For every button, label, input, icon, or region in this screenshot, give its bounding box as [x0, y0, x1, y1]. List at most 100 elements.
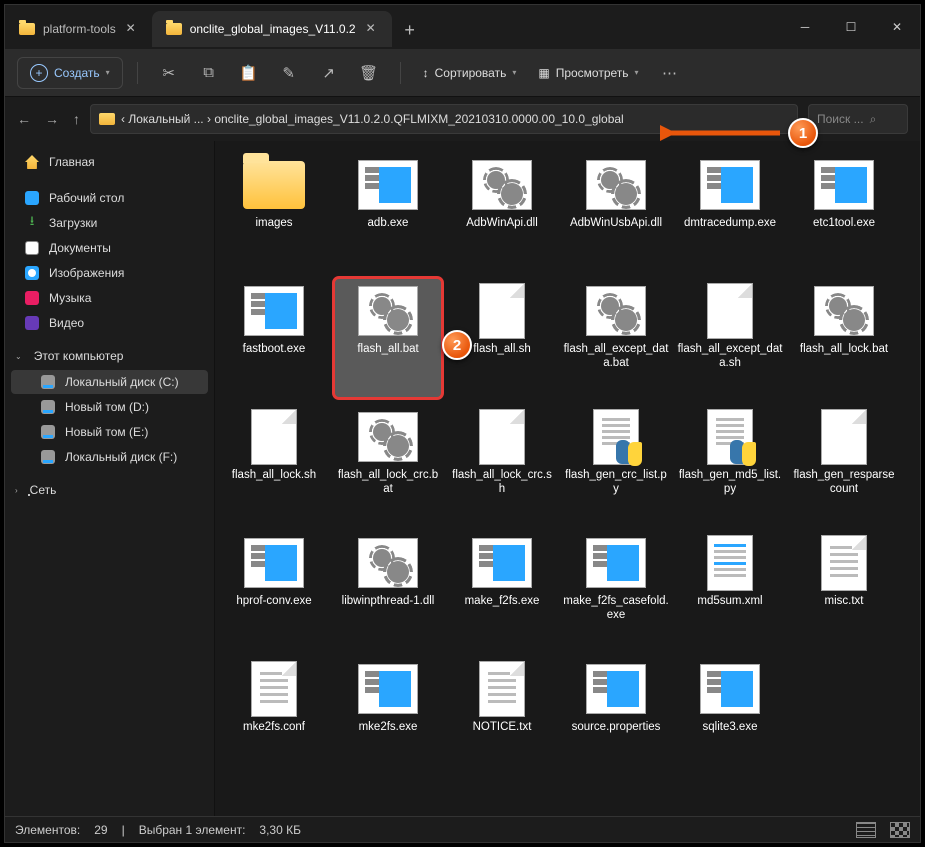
view-button[interactable]: ▦ Просмотреть ▾	[530, 66, 646, 80]
sort-button[interactable]: ↕ Сортировать ▾	[415, 66, 525, 80]
file-label: flash_all.bat	[357, 343, 418, 357]
create-button[interactable]: + Создать ▾	[17, 57, 123, 89]
breadcrumb-part[interactable]: onclite_global_images_V11.0.2.0.QFLMIXM_…	[214, 112, 623, 126]
sidebar-item-drive-d[interactable]: Новый том (D:)	[11, 395, 208, 419]
file-item[interactable]: AdbWinApi.dll	[447, 151, 557, 273]
sidebar-item-documents[interactable]: Документы	[11, 236, 208, 260]
sidebar-item-desktop[interactable]: Рабочий стол	[11, 186, 208, 210]
file-item[interactable]: flash_all_lock_crc.bat	[333, 403, 443, 525]
file-item[interactable]: make_f2fs.exe	[447, 529, 557, 651]
sidebar-item-drive-f[interactable]: Локальный диск (F:)	[11, 445, 208, 469]
file-item[interactable]: fastboot.exe	[219, 277, 329, 399]
file-item[interactable]: flash_gen_resparsecount	[789, 403, 899, 525]
sidebar-item-video[interactable]: Видео	[11, 311, 208, 335]
file-item[interactable]: mke2fs.exe	[333, 655, 443, 777]
disk-icon	[41, 450, 55, 464]
file-grid[interactable]: images adb.exe AdbWinApi.dll AdbWinUsbApi.d…	[215, 141, 920, 816]
file-item[interactable]: flash_all_except_data.bat	[561, 277, 671, 399]
file-item[interactable]: AdbWinUsbApi.dll	[561, 151, 671, 273]
sidebar-item-downloads[interactable]: ⭳Загрузки	[11, 211, 208, 235]
file-item[interactable]: mke2fs.conf	[219, 655, 329, 777]
file-item[interactable]: libwinpthread-1.dll	[333, 529, 443, 651]
file-icon	[353, 157, 423, 213]
file-item[interactable]: md5sum.xml	[675, 529, 785, 651]
file-icon	[353, 283, 423, 339]
file-item[interactable]: flash_all_lock.bat	[789, 277, 899, 399]
selection-label: Выбран 1 элемент:	[139, 823, 246, 837]
file-icon	[695, 661, 765, 717]
file-label: AdbWinUsbApi.dll	[570, 217, 662, 231]
file-item[interactable]: sqlite3.exe	[675, 655, 785, 777]
tab-onclite[interactable]: onclite_global_images_V11.0.2 ✕	[152, 11, 392, 47]
file-item[interactable]: NOTICE.txt	[447, 655, 557, 777]
forward-button[interactable]: →	[45, 111, 59, 127]
item-count: 29	[94, 823, 107, 837]
disk-icon	[41, 375, 55, 389]
sidebar-item-music[interactable]: Музыка	[11, 286, 208, 310]
file-icon	[467, 157, 537, 213]
toolbar: + Создать ▾ ✂ ⧉ 📋 ✎ ↗ 🗑 ↕ Сортировать ▾ …	[5, 49, 920, 97]
breadcrumb-part[interactable]: Локальный ...	[128, 112, 203, 126]
sidebar-group-network[interactable]: › Сеть	[5, 477, 214, 503]
sidebar-item-home[interactable]: Главная	[11, 150, 208, 174]
file-icon	[695, 157, 765, 213]
file-item[interactable]: flash_gen_md5_list.py	[675, 403, 785, 525]
share-button[interactable]: ↗	[312, 57, 346, 89]
back-button[interactable]: ←	[17, 111, 31, 127]
file-icon	[239, 535, 309, 591]
file-item[interactable]: adb.exe	[333, 151, 443, 273]
file-label: make_f2fs.exe	[465, 595, 540, 609]
copy-button[interactable]: ⧉	[192, 57, 226, 89]
sidebar-item-drive-e[interactable]: Новый том (E:)	[11, 420, 208, 444]
disk-icon	[41, 425, 55, 439]
file-icon	[467, 661, 537, 717]
file-label: flash_all_lock.sh	[232, 469, 316, 483]
file-item[interactable]: flash_all_lock_crc.sh	[447, 403, 557, 525]
file-item[interactable]: make_f2fs_casefold.exe	[561, 529, 671, 651]
file-item[interactable]: etc1tool.exe	[789, 151, 899, 273]
file-item[interactable]: flash_all_except_data.sh	[675, 277, 785, 399]
minimize-button[interactable]: ─	[782, 5, 828, 49]
new-tab-button[interactable]: +	[392, 11, 428, 49]
sidebar-item-label: Документы	[49, 241, 111, 255]
cut-button[interactable]: ✂	[152, 57, 186, 89]
file-item[interactable]: flash_all_lock.sh	[219, 403, 329, 525]
file-label: source.properties	[572, 721, 661, 735]
close-button[interactable]: ✕	[874, 5, 920, 49]
grid-view-button[interactable]	[890, 822, 910, 838]
file-item[interactable]: hprof-conv.exe	[219, 529, 329, 651]
sidebar-item-drive-c[interactable]: Локальный диск (C:)	[11, 370, 208, 394]
file-label: adb.exe	[368, 217, 409, 231]
file-item[interactable]: source.properties	[561, 655, 671, 777]
window-controls: ─ ☐ ✕	[782, 5, 920, 49]
details-view-button[interactable]	[856, 822, 876, 838]
sidebar-item-label: Изображения	[49, 266, 124, 280]
file-item[interactable]: images	[219, 151, 329, 273]
up-button[interactable]: ↑	[73, 111, 80, 127]
close-icon[interactable]: ✕	[364, 22, 378, 36]
more-button[interactable]: ⋯	[653, 57, 687, 89]
chevron-down-icon: ▾	[635, 68, 639, 77]
file-item[interactable]: misc.txt	[789, 529, 899, 651]
file-label: mke2fs.exe	[359, 721, 418, 735]
close-icon[interactable]: ✕	[124, 22, 138, 36]
file-label: etc1tool.exe	[813, 217, 875, 231]
delete-button[interactable]: 🗑	[352, 57, 386, 89]
chevron-right-icon: ›	[15, 486, 18, 495]
rename-button[interactable]: ✎	[272, 57, 306, 89]
sort-label: Сортировать	[435, 66, 507, 80]
paste-button[interactable]: 📋	[232, 57, 266, 89]
file-item[interactable]: dmtracedump.exe	[675, 151, 785, 273]
tab-platform-tools[interactable]: platform-tools ✕	[5, 11, 152, 47]
sidebar-item-label: Музыка	[49, 291, 91, 305]
file-item[interactable]: flash_gen_crc_list.py	[561, 403, 671, 525]
sidebar-item-pictures[interactable]: Изображения	[11, 261, 208, 285]
view-label: Просмотреть	[556, 66, 629, 80]
maximize-button[interactable]: ☐	[828, 5, 874, 49]
selection-size: 3,30 КБ	[259, 823, 301, 837]
file-label: flash_all_lock.bat	[800, 343, 888, 357]
search-input[interactable]: Поиск ... ⌕	[808, 104, 908, 134]
sidebar-group-thispc[interactable]: ⌄ Этот компьютер	[5, 343, 214, 369]
file-item[interactable]: flash_all.bat	[333, 277, 443, 399]
file-label: md5sum.xml	[697, 595, 762, 609]
